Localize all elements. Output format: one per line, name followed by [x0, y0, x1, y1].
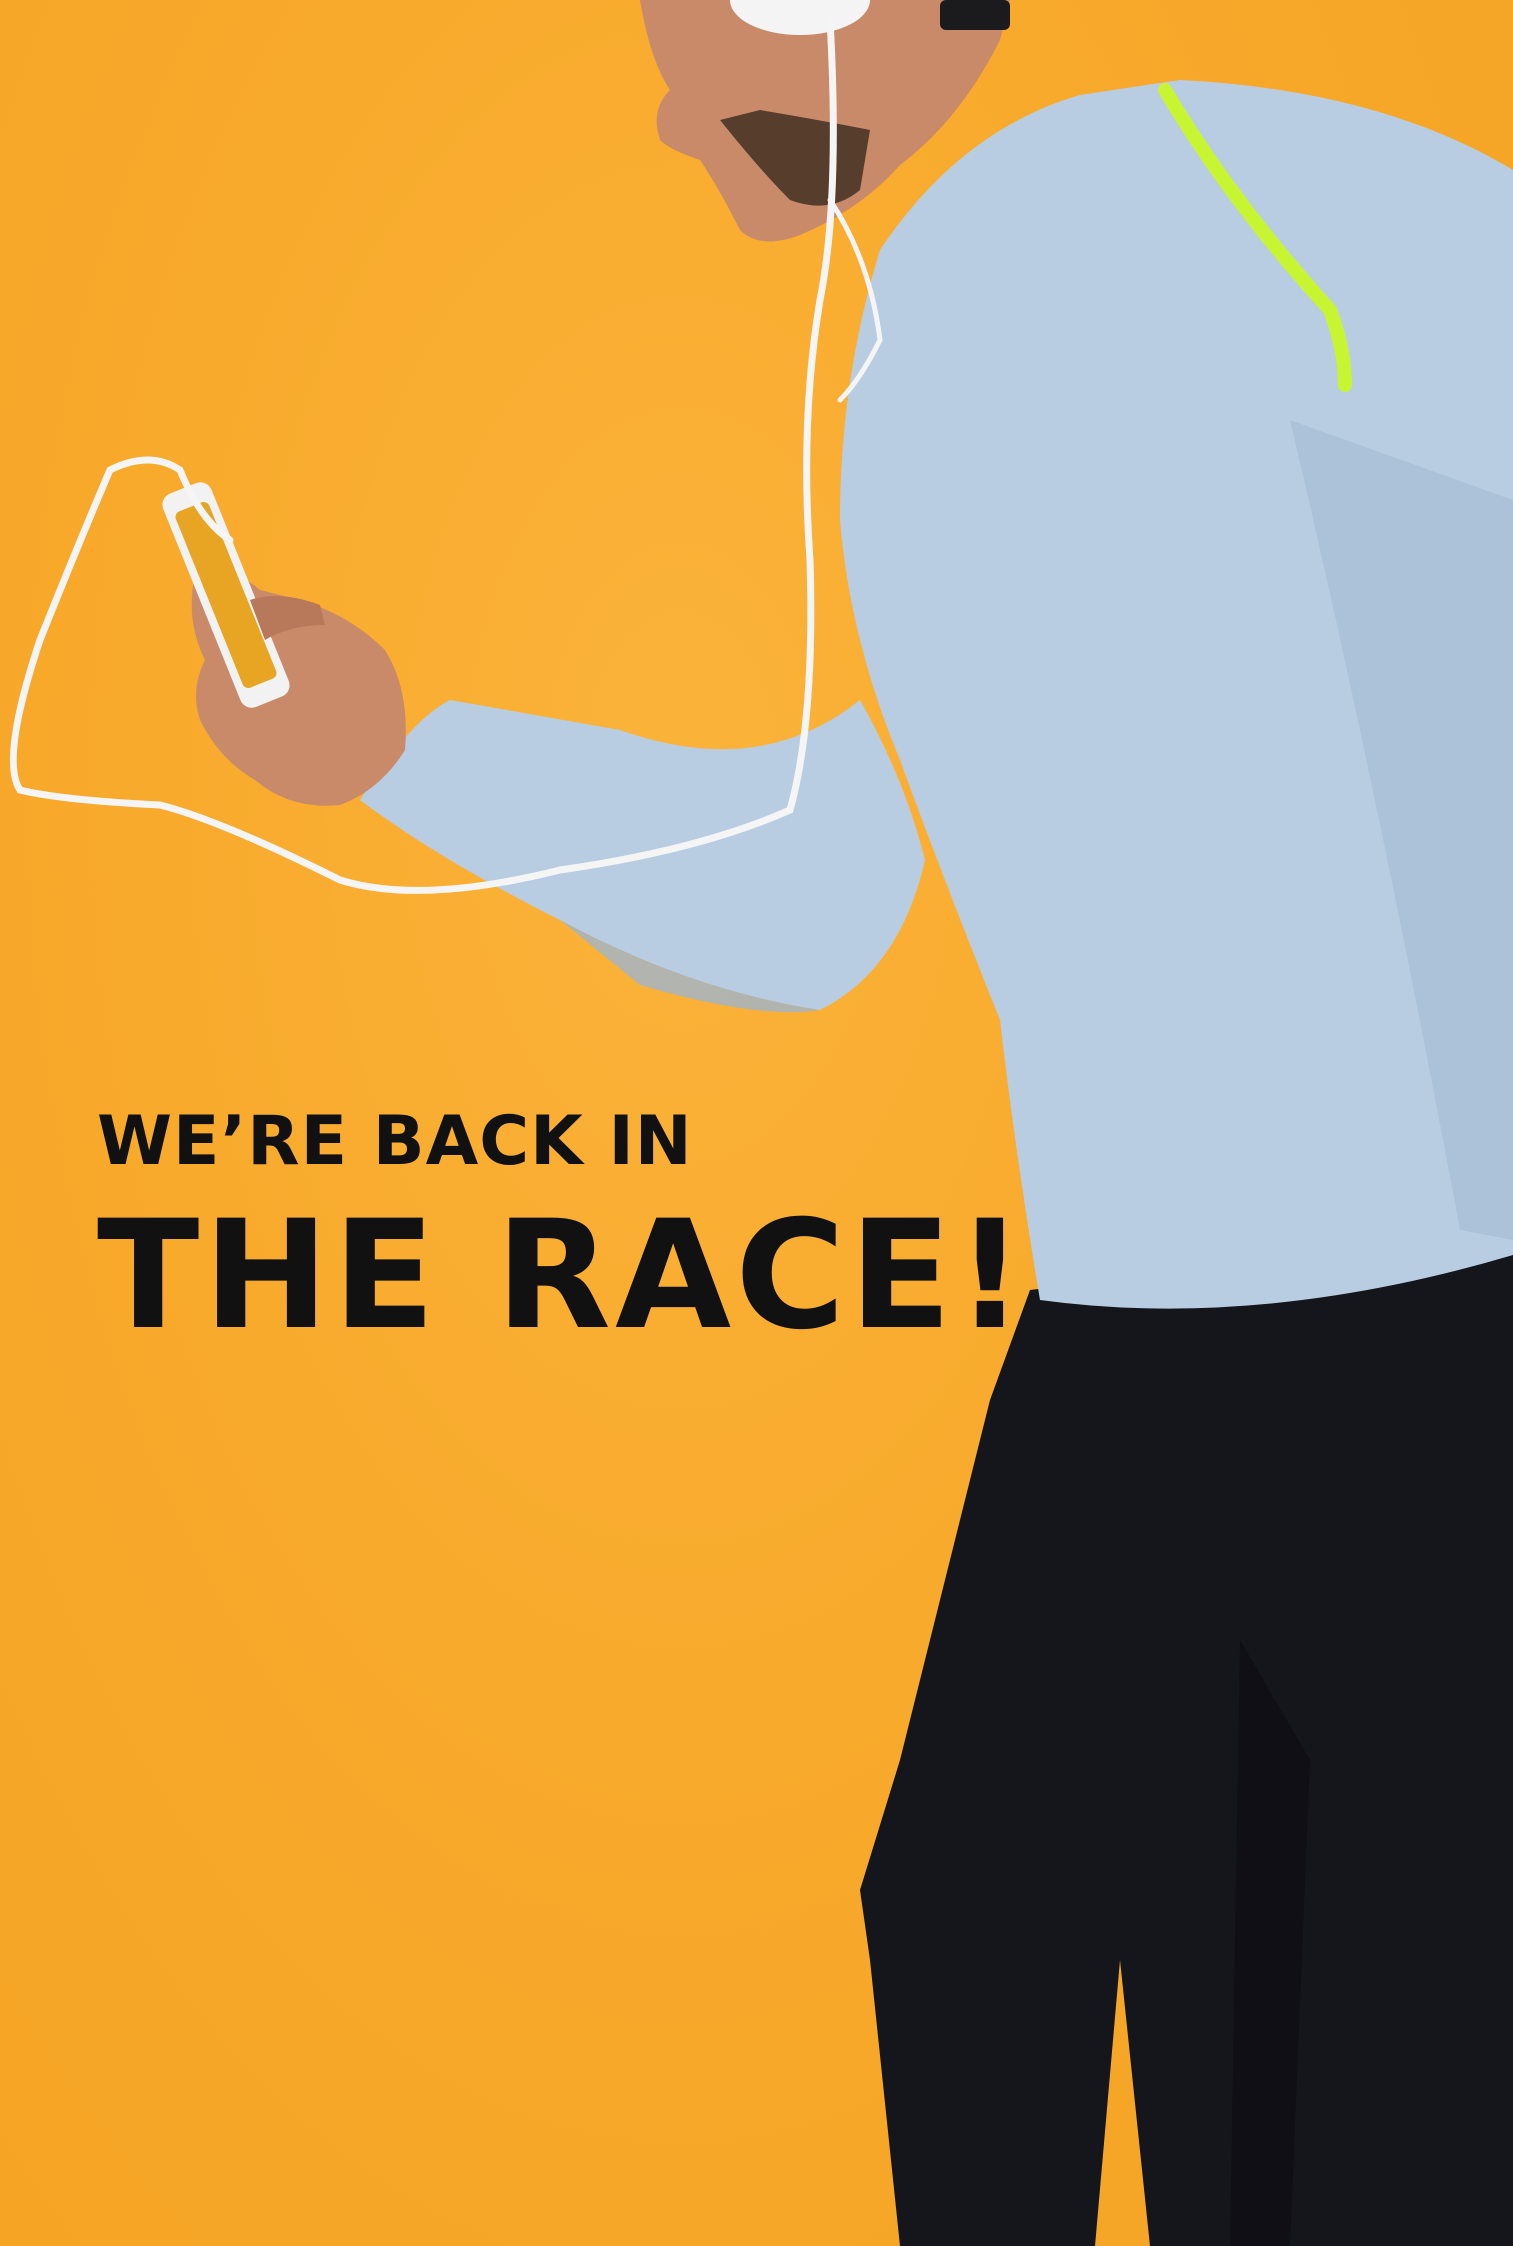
runner-pants — [860, 1230, 1513, 2246]
headline-line-2: THE RACE! — [97, 1189, 1029, 1363]
headline: WE’RE BACK IN THE RACE! — [97, 1100, 1028, 1356]
headline-line-1: WE’RE BACK IN — [97, 1102, 693, 1181]
